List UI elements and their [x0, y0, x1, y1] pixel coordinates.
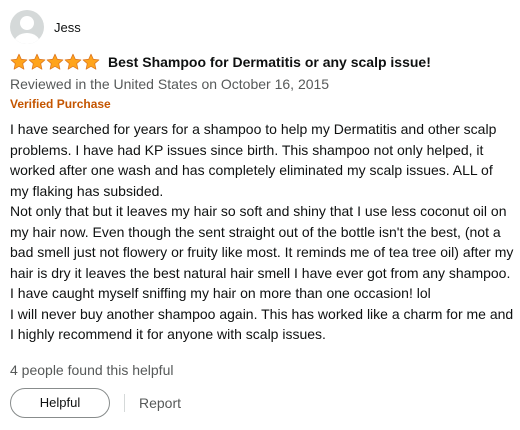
report-link[interactable]: Report — [139, 395, 181, 411]
default-avatar-icon — [14, 16, 40, 44]
customer-review: Jess Best Shampoo for Dermatitis or any … — [10, 10, 515, 418]
reviewer-profile[interactable]: Jess — [10, 10, 515, 44]
reviewer-name[interactable]: Jess — [54, 20, 81, 35]
review-body: I have searched for years for a shampoo … — [10, 119, 515, 345]
verified-purchase-badge[interactable]: Verified Purchase — [10, 95, 515, 113]
review-actions: Helpful Report — [10, 387, 515, 418]
review-paragraph: I will never buy another shampoo again. … — [10, 305, 514, 343]
star-filled-icon — [10, 53, 28, 70]
review-paragraph: I have searched for years for a shampoo … — [10, 121, 497, 199]
star-rating[interactable] — [10, 53, 100, 71]
review-paragraph: Not only that but it leaves my hair so s… — [10, 203, 514, 301]
avatar — [10, 10, 44, 44]
review-date: Reviewed in the United States on October… — [10, 76, 330, 92]
review-title-row: Best Shampoo for Dermatitis or any scalp… — [10, 51, 515, 73]
divider — [124, 393, 125, 412]
star-filled-icon — [82, 53, 100, 70]
helpful-button[interactable]: Helpful — [10, 387, 110, 418]
review-title[interactable]: Best Shampoo for Dermatitis or any scalp… — [108, 54, 431, 70]
star-filled-icon — [64, 53, 82, 70]
star-filled-icon — [46, 53, 64, 70]
star-filled-icon — [28, 53, 46, 70]
helpful-vote-count: 4 people found this helpful — [10, 361, 174, 378]
